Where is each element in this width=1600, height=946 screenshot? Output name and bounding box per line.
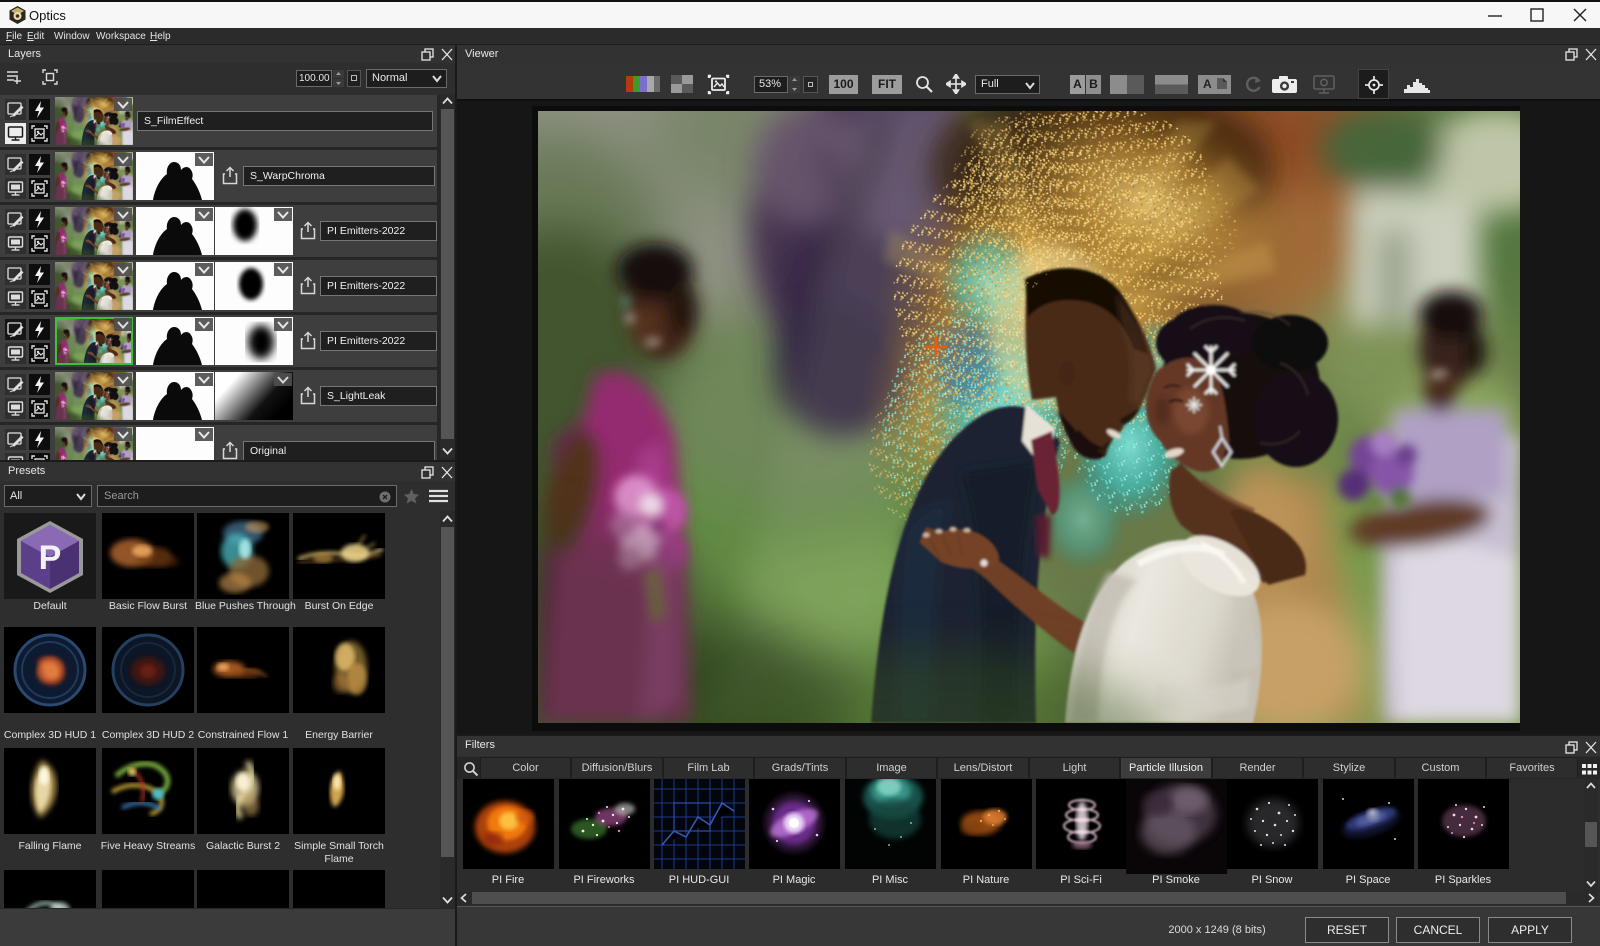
svg-text:P: P — [39, 539, 62, 577]
